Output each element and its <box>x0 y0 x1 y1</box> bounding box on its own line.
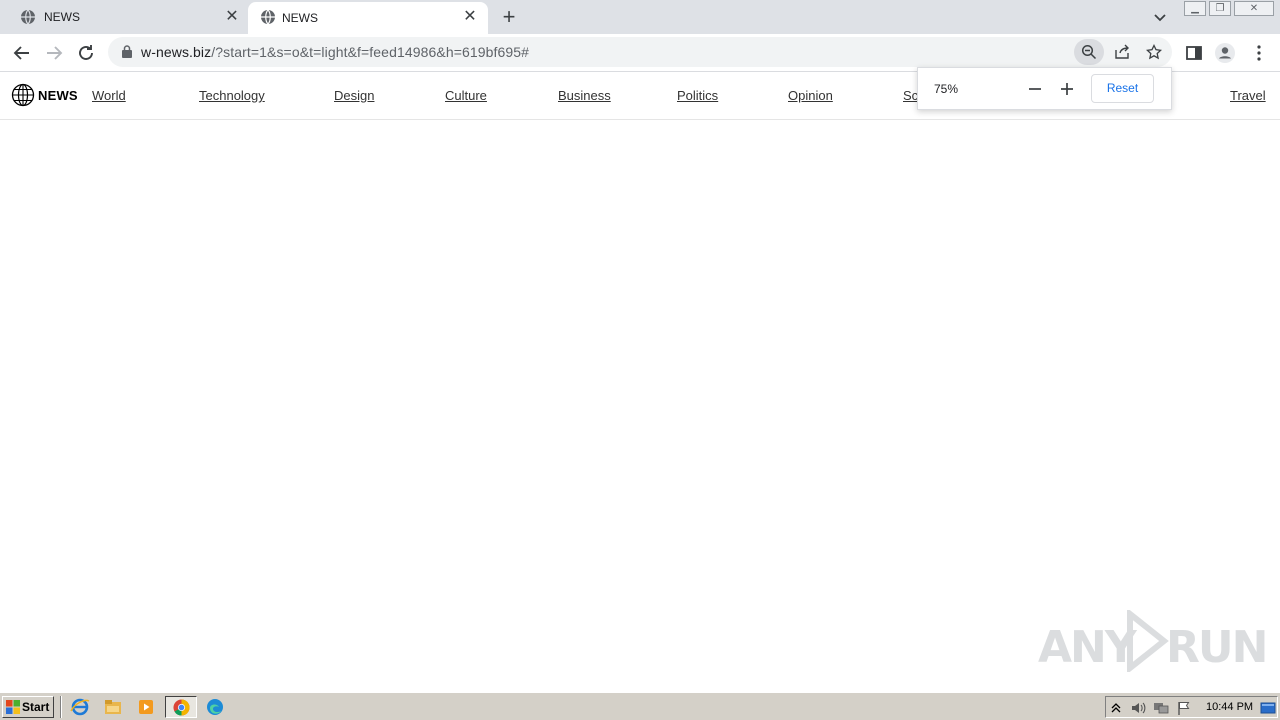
watermark-text-right: RUN <box>1166 622 1268 673</box>
tab-strip: NEWS ✕ NEWS ✕ + ▁ ❐ ✕ <box>0 0 1280 34</box>
zoom-reset-button[interactable]: Reset <box>1091 74 1154 103</box>
tray-expand-chevron-icon[interactable] <box>1108 700 1124 716</box>
tab-news-1[interactable]: NEWS ✕ <box>0 0 246 34</box>
chrome-taskbar-button[interactable] <box>165 696 197 718</box>
zoom-out-magnifier-icon <box>1081 44 1097 60</box>
close-tab-icon[interactable]: ✕ <box>223 8 241 26</box>
reload-icon[interactable] <box>75 42 97 64</box>
media-player-icon[interactable] <box>135 697 157 717</box>
nav-link-design[interactable]: Design <box>334 88 374 103</box>
system-tray: 10:44 PM <box>1105 696 1278 718</box>
start-button[interactable]: Start <box>2 696 54 718</box>
nav-link-technology[interactable]: Technology <box>199 88 265 103</box>
windows-flag-icon <box>6 700 20 714</box>
taskbar-separator <box>60 696 62 718</box>
zoom-in-plus-icon[interactable] <box>1057 79 1077 99</box>
lock-icon[interactable] <box>122 45 132 58</box>
restore-button[interactable]: ❐ <box>1209 1 1231 16</box>
edge-icon[interactable] <box>204 697 226 717</box>
tab-news-2[interactable]: NEWS ✕ <box>248 2 488 34</box>
anyrun-watermark: ANY RUN <box>1038 610 1268 673</box>
site-logo-text[interactable]: NEWS <box>38 88 78 103</box>
play-logo-icon <box>1127 610 1169 672</box>
action-center-flag-icon[interactable] <box>1176 700 1192 716</box>
nav-link-world[interactable]: World <box>92 88 126 103</box>
close-window-button[interactable]: ✕ <box>1234 1 1274 16</box>
zoom-out-minus-icon[interactable] <box>1025 79 1045 99</box>
tab-title: NEWS <box>44 10 80 24</box>
watermark-text-left: ANY <box>1038 622 1137 673</box>
show-desktop-icon[interactable] <box>1260 700 1276 716</box>
globe-logo-icon[interactable] <box>11 83 35 107</box>
share-icon[interactable] <box>1114 44 1130 60</box>
nav-link-business[interactable]: Business <box>558 88 611 103</box>
profile-avatar-icon[interactable] <box>1214 42 1236 64</box>
nav-link-travel[interactable]: Travel <box>1230 88 1266 103</box>
network-icon[interactable] <box>1153 700 1169 716</box>
nav-link-politics[interactable]: Politics <box>677 88 718 103</box>
address-bar[interactable]: w-news.biz/?start=1&s=o&t=light&f=feed14… <box>108 37 1172 67</box>
volume-icon[interactable] <box>1130 700 1146 716</box>
nav-link-science[interactable]: Sc <box>903 88 918 103</box>
globe-icon <box>261 9 275 25</box>
minimize-button[interactable]: ▁ <box>1184 1 1206 16</box>
forward-icon[interactable] <box>43 42 65 64</box>
nav-link-opinion[interactable]: Opinion <box>788 88 833 103</box>
file-explorer-icon[interactable] <box>102 697 124 717</box>
new-tab-button[interactable]: + <box>499 6 519 28</box>
start-label: Start <box>22 700 50 714</box>
zoom-popup: 75% Reset <box>917 67 1172 110</box>
menu-kebab-icon[interactable] <box>1248 42 1270 64</box>
back-icon[interactable] <box>11 42 33 64</box>
taskbar-clock[interactable]: 10:44 PM <box>1206 701 1253 713</box>
internet-explorer-icon[interactable] <box>69 697 91 717</box>
close-tab-icon[interactable]: ✕ <box>461 8 479 26</box>
zoom-indicator[interactable] <box>1074 39 1104 65</box>
bookmark-star-icon[interactable] <box>1146 44 1162 60</box>
tab-title: NEWS <box>282 11 318 25</box>
windows-taskbar: Start 10:44 PM <box>0 692 1280 720</box>
chevron-down-icon[interactable] <box>1152 9 1168 25</box>
globe-icon <box>21 9 35 25</box>
chrome-icon <box>173 699 190 716</box>
zoom-level-text: 75% <box>934 82 959 96</box>
side-panel-icon[interactable] <box>1183 42 1205 64</box>
nav-link-culture[interactable]: Culture <box>445 88 487 103</box>
url-text[interactable]: w-news.biz/?start=1&s=o&t=light&f=feed14… <box>141 44 529 60</box>
